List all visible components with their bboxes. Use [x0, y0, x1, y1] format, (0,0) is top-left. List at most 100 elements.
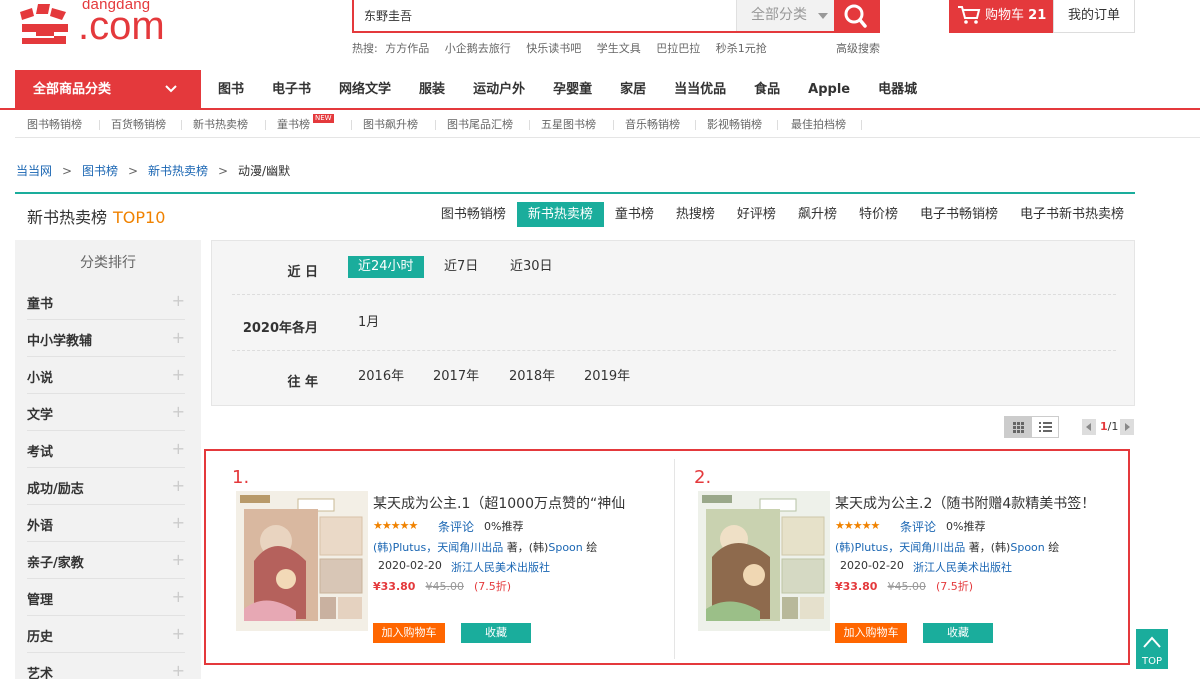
favorite-button[interactable]: 收藏 — [923, 623, 993, 643]
tab-ranking[interactable]: 电子书新书热卖榜 — [1009, 202, 1135, 227]
my-orders-link[interactable]: 我的订单 — [1053, 0, 1135, 33]
tab-ranking[interactable]: 飙升榜 — [787, 202, 848, 227]
review-count-link[interactable]: 条评论 — [438, 518, 474, 535]
hot-item[interactable]: 巴拉巴拉 — [656, 42, 700, 55]
advanced-search-link[interactable]: 高级搜索 — [836, 40, 880, 56]
product-title[interactable]: 某天成为公主.2（随书附赠4款精美书签！ — [835, 493, 1115, 513]
all-categories-menu[interactable]: 全部商品分类 — [15, 70, 201, 110]
favorite-button[interactable]: 收藏 — [461, 623, 531, 643]
illustrator-link[interactable]: Spoon — [1010, 541, 1044, 554]
grid-view-button[interactable] — [1005, 417, 1032, 437]
sidebar-item[interactable]: 艺术 + — [27, 653, 185, 679]
breadcrumb-link[interactable]: 图书榜 — [82, 164, 118, 178]
sidebar-item-label: 童书 — [27, 297, 54, 312]
cart-button[interactable]: 购物车 21 — [949, 0, 1053, 33]
hot-item[interactable]: 学生文具 — [597, 42, 641, 55]
tab-ranking[interactable]: 热搜榜 — [665, 202, 726, 227]
tab-ranking-active[interactable]: 新书热卖榜 — [516, 202, 604, 227]
review-count-link[interactable]: 条评论 — [900, 518, 936, 535]
filter-row-recent: 近 日 近24小时 近7日 近30日 — [232, 241, 1116, 295]
author-link[interactable]: (韩)Plutus，天闻角川出品 — [835, 541, 965, 554]
nav-item[interactable]: 食品 — [754, 70, 780, 110]
sidebar-item[interactable]: 历史 + — [27, 616, 185, 653]
search-button[interactable] — [834, 0, 878, 31]
plus-icon[interactable]: + — [172, 291, 185, 310]
filter-option[interactable]: 2018年 — [499, 366, 565, 388]
plus-icon[interactable]: + — [172, 439, 185, 458]
plus-icon[interactable]: + — [172, 402, 185, 421]
sidebar-item[interactable]: 亲子/家教 + — [27, 542, 185, 579]
sidebar-item[interactable]: 管理 + — [27, 579, 185, 616]
hot-item[interactable]: 快乐读书吧 — [526, 42, 581, 55]
filter-option-active[interactable]: 近24小时 — [348, 256, 424, 278]
prev-page-button[interactable] — [1082, 419, 1096, 435]
sidebar-item[interactable]: 外语 + — [27, 505, 185, 542]
nav-item[interactable]: 家居 — [620, 70, 646, 110]
nav-item[interactable]: Apple — [808, 70, 850, 110]
filter-option[interactable]: 2017年 — [423, 366, 489, 388]
nav-item[interactable]: 电器城 — [878, 70, 917, 110]
author-link[interactable]: (韩)Plutus，天闻角川出品 — [373, 541, 503, 554]
breadcrumb-link[interactable]: 新书热卖榜 — [148, 164, 208, 178]
filter-option[interactable]: 近7日 — [434, 256, 488, 278]
subnav-divider — [351, 120, 352, 130]
subnav-divider — [777, 120, 778, 130]
publish-date: 2020-02-20 — [378, 559, 442, 572]
filter-option[interactable]: 2016年 — [348, 366, 414, 388]
publisher-link[interactable]: 浙江人民美术出版社 — [913, 559, 1012, 575]
product-author: (韩)Plutus，天闻角川出品 著，(韩)Spoon 绘 — [373, 539, 597, 555]
illustrator-link[interactable]: Spoon — [548, 541, 582, 554]
tab-ranking[interactable]: 电子书畅销榜 — [909, 202, 1009, 227]
plus-icon[interactable]: + — [172, 624, 185, 643]
breadcrumb-link[interactable]: 当当网 — [16, 164, 52, 178]
filter-option[interactable]: 近30日 — [500, 256, 563, 278]
search-input[interactable] — [354, 0, 736, 31]
add-to-cart-button[interactable]: 加入购物车 — [835, 623, 907, 643]
tab-ranking[interactable]: 图书畅销榜 — [430, 202, 517, 227]
nav-item[interactable]: 当当优品 — [674, 70, 726, 110]
plus-icon[interactable]: + — [172, 365, 185, 384]
plus-icon[interactable]: + — [172, 661, 185, 679]
total-pages: /1 — [1107, 420, 1119, 433]
sidebar-item[interactable]: 童书 + — [27, 283, 185, 320]
search-category-select[interactable]: 全部分类 — [736, 0, 836, 31]
publisher-link[interactable]: 浙江人民美术出版社 — [451, 559, 550, 575]
book-cover-image[interactable] — [236, 491, 368, 631]
hot-item[interactable]: 方方作品 — [385, 42, 429, 55]
sidebar-item[interactable]: 文学 + — [27, 394, 185, 431]
caret-right-icon — [1125, 423, 1130, 431]
plus-icon[interactable]: + — [172, 513, 185, 532]
hot-item[interactable]: 小企鹅去旅行 — [445, 42, 511, 55]
plus-icon[interactable]: + — [172, 587, 185, 606]
product-title[interactable]: 某天成为公主.1（超1000万点赞的“神仙 — [373, 493, 653, 513]
sidebar-item[interactable]: 小说 + — [27, 357, 185, 394]
plus-icon[interactable]: + — [172, 550, 185, 569]
next-page-button[interactable] — [1120, 419, 1134, 435]
tab-ranking[interactable]: 好评榜 — [726, 202, 787, 227]
filter-label: 近 日 — [287, 265, 318, 280]
nav-item[interactable]: 电子书 — [272, 70, 311, 110]
dangdang-logo[interactable]: dangdang .com — [16, 0, 206, 52]
tab-ranking[interactable]: 童书榜 — [604, 202, 665, 227]
back-to-top-button[interactable]: TOP — [1136, 629, 1168, 669]
sidebar-item[interactable]: 中小学教辅 + — [27, 320, 185, 357]
plus-icon[interactable]: + — [172, 328, 185, 347]
filter-option[interactable]: 2019年 — [574, 366, 640, 388]
recommend-rate: 0%推荐 — [946, 520, 986, 533]
sidebar-item[interactable]: 成功/励志 + — [27, 468, 185, 505]
nav-item[interactable]: 网络文学 — [339, 70, 391, 110]
nav-item[interactable]: 服装 — [419, 70, 445, 110]
book-cover-image[interactable] — [698, 491, 830, 631]
subnav-divider — [695, 120, 696, 130]
tab-ranking[interactable]: 特价榜 — [848, 202, 909, 227]
plus-icon[interactable]: + — [172, 476, 185, 495]
add-to-cart-button[interactable]: 加入购物车 — [373, 623, 445, 643]
nav-item[interactable]: 孕婴童 — [553, 70, 592, 110]
nav-item[interactable]: 运动户外 — [473, 70, 525, 110]
hot-item[interactable]: 秒杀1元抢 — [716, 42, 767, 55]
sidebar-item-label: 亲子/家教 — [27, 556, 84, 571]
sidebar-item[interactable]: 考试 + — [27, 431, 185, 468]
list-view-button[interactable] — [1032, 417, 1059, 437]
filter-option[interactable]: 1月 — [348, 312, 389, 334]
nav-item[interactable]: 图书 — [218, 70, 244, 110]
